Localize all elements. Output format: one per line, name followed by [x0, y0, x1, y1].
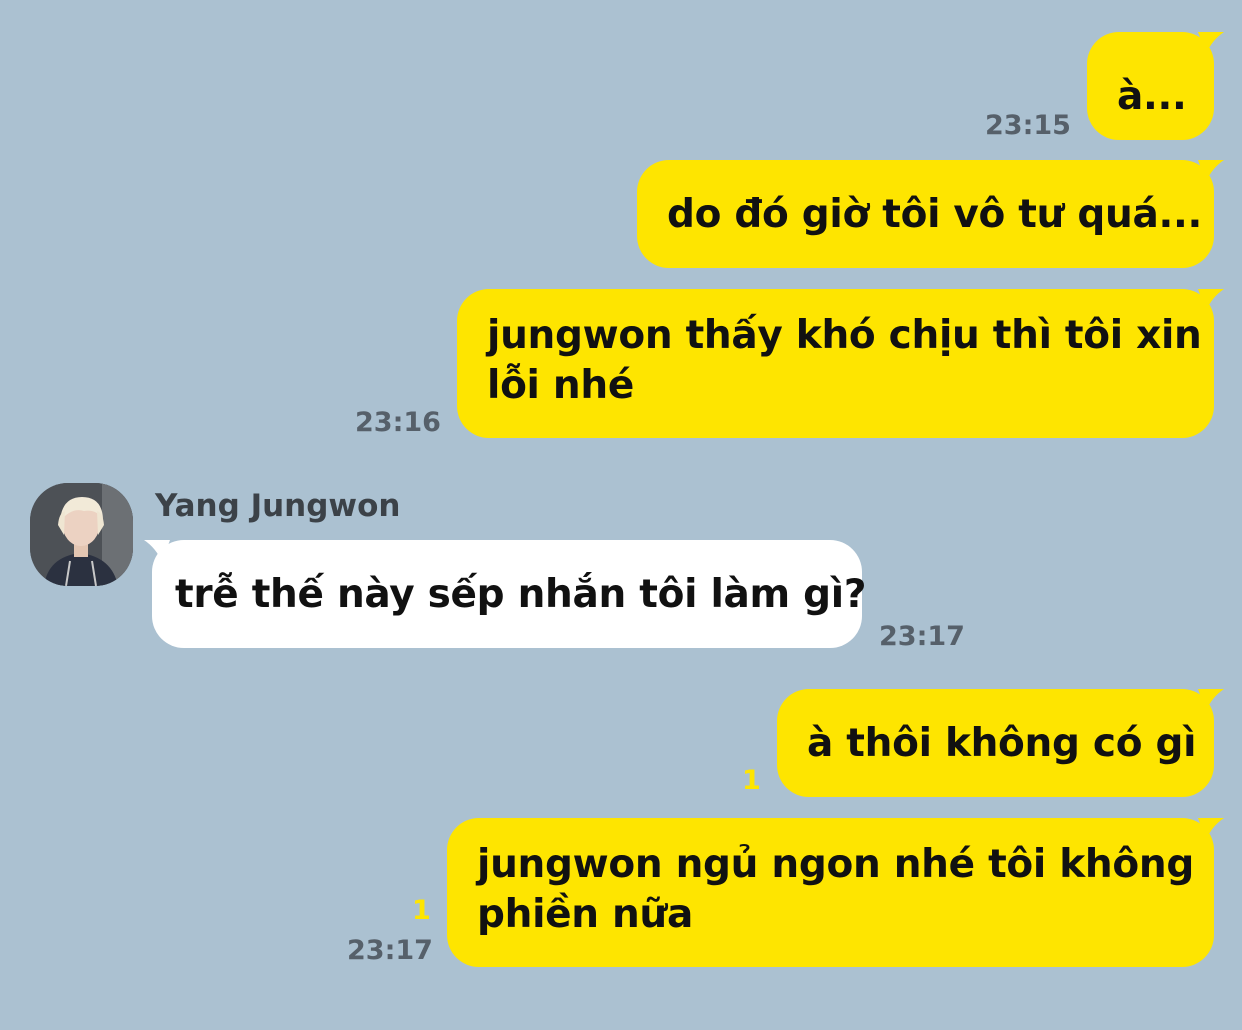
bubble-tail: [1198, 689, 1224, 711]
unread-count: 1: [742, 765, 761, 796]
contact-avatar[interactable]: [30, 483, 133, 586]
message-text-line: jungwon thấy khó chịu thì tôi xin: [487, 313, 1202, 358]
message-text-line: lỗi nhé: [487, 363, 634, 408]
unread-count: 1: [412, 895, 431, 926]
bubble-tail: [1198, 32, 1224, 54]
my-message-bubble[interactable]: jungwon thấy khó chịu thì tôi xin lỗi nh…: [457, 289, 1214, 438]
their-message-bubble[interactable]: trễ thế này sếp nhắn tôi làm gì?: [152, 540, 866, 648]
message-timestamp: 23:16: [355, 407, 441, 438]
message-timestamp: 23:15: [985, 110, 1071, 141]
message-text-line: jungwon ngủ ngon nhé tôi không: [477, 842, 1194, 887]
message-text: do đó giờ tôi vô tư quá...: [667, 192, 1203, 237]
message-text-line: phiền nữa: [477, 892, 693, 937]
message-text: à thôi không có gì: [807, 721, 1197, 766]
chat-message-list[interactable]: 23:15 à... do đó giờ tôi vô tư quá... 23…: [0, 0, 1242, 1030]
user-avatar-icon: [30, 483, 133, 586]
message-text: trễ thế này sếp nhắn tôi làm gì?: [175, 572, 867, 617]
my-message-bubble[interactable]: à thôi không có gì: [777, 689, 1214, 797]
bubble-tail: [1198, 289, 1224, 311]
message-text: à...: [1117, 74, 1187, 119]
bubble-tail: [1198, 160, 1224, 182]
sender-name: Yang Jungwon: [155, 488, 401, 524]
message-timestamp: 23:17: [347, 935, 433, 966]
my-message-bubble[interactable]: à...: [1087, 32, 1214, 140]
my-message-bubble[interactable]: jungwon ngủ ngon nhé tôi không phiền nữa: [447, 818, 1214, 967]
message-timestamp: 23:17: [879, 621, 965, 652]
bubble-tail: [1198, 818, 1224, 840]
my-message-bubble[interactable]: do đó giờ tôi vô tư quá...: [637, 160, 1214, 268]
